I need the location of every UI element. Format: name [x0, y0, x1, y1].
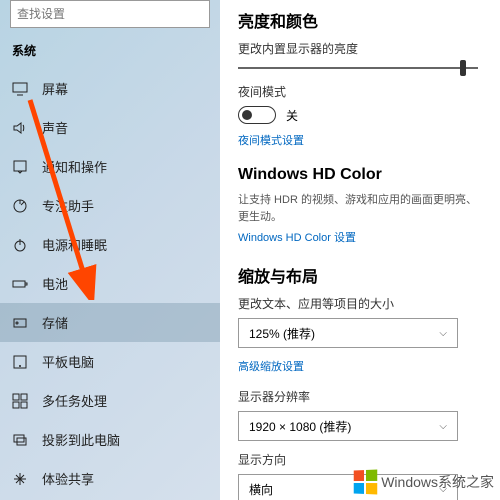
sidebar-item-tablet[interactable]: 平板电脑 — [0, 342, 220, 381]
orientation-value: 横向 — [249, 481, 273, 498]
sidebar-item-label: 电池 — [42, 274, 68, 293]
hdcolor-title: Windows HD Color — [238, 166, 482, 184]
sidebar-item-sound[interactable]: 声音 — [0, 108, 220, 147]
nightlight-toggle[interactable] — [238, 106, 276, 124]
multitask-icon — [12, 393, 28, 409]
shared-icon — [12, 471, 28, 487]
sidebar-item-storage[interactable]: 存储 — [0, 303, 220, 342]
brightness-title: 亮度和颜色 — [238, 8, 482, 32]
sidebar-item-battery[interactable]: 电池 — [0, 264, 220, 303]
sidebar-item-label: 投影到此电脑 — [42, 430, 120, 449]
notification-icon — [12, 159, 28, 175]
brightness-desc: 更改内置显示器的亮度 — [238, 40, 482, 57]
resolution-value: 1920 × 1080 (推荐) — [249, 418, 351, 435]
brightness-slider[interactable] — [238, 67, 482, 69]
storage-icon — [12, 315, 28, 331]
windows-logo-icon — [354, 469, 378, 494]
sidebar-item-label: 平板电脑 — [42, 352, 94, 371]
sidebar-item-multitask[interactable]: 多任务处理 — [0, 381, 220, 420]
sidebar-item-label: 声音 — [42, 118, 68, 137]
watermark-text: Windows系统之家 — [381, 472, 494, 492]
sidebar-item-shared[interactable]: 体验共享 — [0, 459, 220, 498]
chevron-down-icon: ⌵ — [439, 421, 447, 432]
hdcolor-link[interactable]: Windows HD Color 设置 — [238, 229, 482, 245]
watermark: Windows系统之家 — [353, 470, 494, 494]
textsize-value: 125% (推荐) — [249, 325, 315, 342]
display-icon — [12, 81, 28, 97]
nightlight-settings-link[interactable]: 夜间模式设置 — [238, 132, 482, 148]
search-box[interactable] — [10, 0, 210, 28]
search-input[interactable] — [17, 7, 203, 21]
sidebar-item-label: 多任务处理 — [42, 391, 107, 410]
sound-icon — [12, 120, 28, 136]
resolution-dropdown[interactable]: 1920 × 1080 (推荐) ⌵ — [238, 411, 458, 441]
sidebar-item-label: 专注助手 — [42, 196, 94, 215]
nightlight-label: 夜间模式 — [238, 83, 482, 100]
sidebar-section-header: 系统 — [0, 36, 220, 69]
sidebar-item-focus[interactable]: 专注助手 — [0, 186, 220, 225]
nightlight-state: 关 — [286, 107, 298, 124]
content-panel: 亮度和颜色 更改内置显示器的亮度 夜间模式 关 夜间模式设置 Windows H… — [220, 0, 500, 500]
advanced-scale-link[interactable]: 高级缩放设置 — [238, 358, 482, 374]
sidebar-item-notifications[interactable]: 通知和操作 — [0, 147, 220, 186]
power-icon — [12, 237, 28, 253]
scale-title: 缩放与布局 — [238, 263, 482, 287]
sidebar-item-power[interactable]: 电源和睡眠 — [0, 225, 220, 264]
textsize-dropdown[interactable]: 125% (推荐) ⌵ — [238, 318, 458, 348]
slider-thumb[interactable] — [460, 60, 466, 76]
chevron-down-icon: ⌵ — [439, 328, 447, 339]
battery-icon — [12, 276, 28, 292]
tablet-icon — [12, 354, 28, 370]
resolution-label: 显示器分辨率 — [238, 388, 482, 405]
sidebar-item-project[interactable]: 投影到此电脑 — [0, 420, 220, 459]
hdcolor-desc: 让支持 HDR 的视频、游戏和应用的画面更明亮、更生动。 — [238, 192, 482, 225]
textsize-label: 更改文本、应用等项目的大小 — [238, 295, 482, 312]
project-icon — [12, 432, 28, 448]
orientation-label: 显示方向 — [238, 451, 482, 468]
sidebar-item-label: 电源和睡眠 — [42, 235, 107, 254]
sidebar-item-label: 屏幕 — [42, 79, 68, 98]
sidebar-item-display[interactable]: 屏幕 — [0, 69, 220, 108]
sidebar-item-label: 体验共享 — [42, 469, 94, 488]
sidebar-item-label: 存储 — [42, 313, 68, 332]
focus-icon — [12, 198, 28, 214]
sidebar-item-label: 通知和操作 — [42, 157, 107, 176]
